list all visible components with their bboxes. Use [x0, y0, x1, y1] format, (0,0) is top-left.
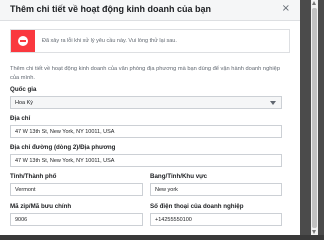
state-label: Bang/Tỉnh/Khu vực: [150, 173, 208, 180]
phone-input[interactable]: +14255550100: [150, 213, 282, 226]
address2-label: Địa chỉ đường (dòng 2)/Địa phương: [10, 144, 116, 151]
state-input[interactable]: New york: [150, 183, 282, 196]
phone-label: Số điện thoại của doanh nghiệp: [150, 203, 244, 210]
city-input[interactable]: Vermont: [10, 183, 143, 196]
address-label: Địa chỉ: [10, 115, 31, 122]
intro-text: Thêm chi tiết về hoạt động kinh doanh củ…: [10, 66, 280, 81]
dialog-title: Thêm chi tiết về hoạt động kinh doanh củ…: [10, 4, 212, 14]
scroll-down-icon[interactable]: [312, 230, 316, 234]
scroll-up-icon[interactable]: [312, 1, 316, 5]
country-select[interactable]: Hoa Kỳ: [10, 96, 282, 109]
error-icon: [18, 36, 28, 46]
close-icon[interactable]: ×: [282, 4, 290, 14]
chevron-down-icon: [270, 101, 276, 105]
error-banner: Đã xảy ra lỗi khi xử lý yêu cầu này. Vui…: [10, 29, 290, 53]
error-message: Đã xảy ra lỗi khi xử lý yêu cầu này. Vui…: [42, 38, 177, 44]
address-input[interactable]: 47 W 13th St, New York, NY 10011, USA: [10, 125, 282, 138]
business-details-dialog: Thêm chi tiết về hoạt động kinh doanh củ…: [0, 0, 300, 235]
city-label: Tỉnh/Thành phố: [10, 173, 57, 180]
page-scrollbar[interactable]: [311, 0, 318, 235]
error-icon-container: [11, 30, 35, 52]
dialog-header: Thêm chi tiết về hoạt động kinh doanh củ…: [0, 0, 300, 21]
country-value: Hoa Kỳ: [15, 100, 34, 106]
address2-input[interactable]: 47 W 13th St, New York, NY 10011, USA: [10, 154, 282, 167]
scroll-thumb[interactable]: [312, 8, 317, 228]
zip-label: Mã zip/Mã bưu chính: [10, 203, 72, 210]
country-label: Quốc gia: [10, 86, 37, 93]
zip-input[interactable]: 9006: [10, 213, 143, 226]
